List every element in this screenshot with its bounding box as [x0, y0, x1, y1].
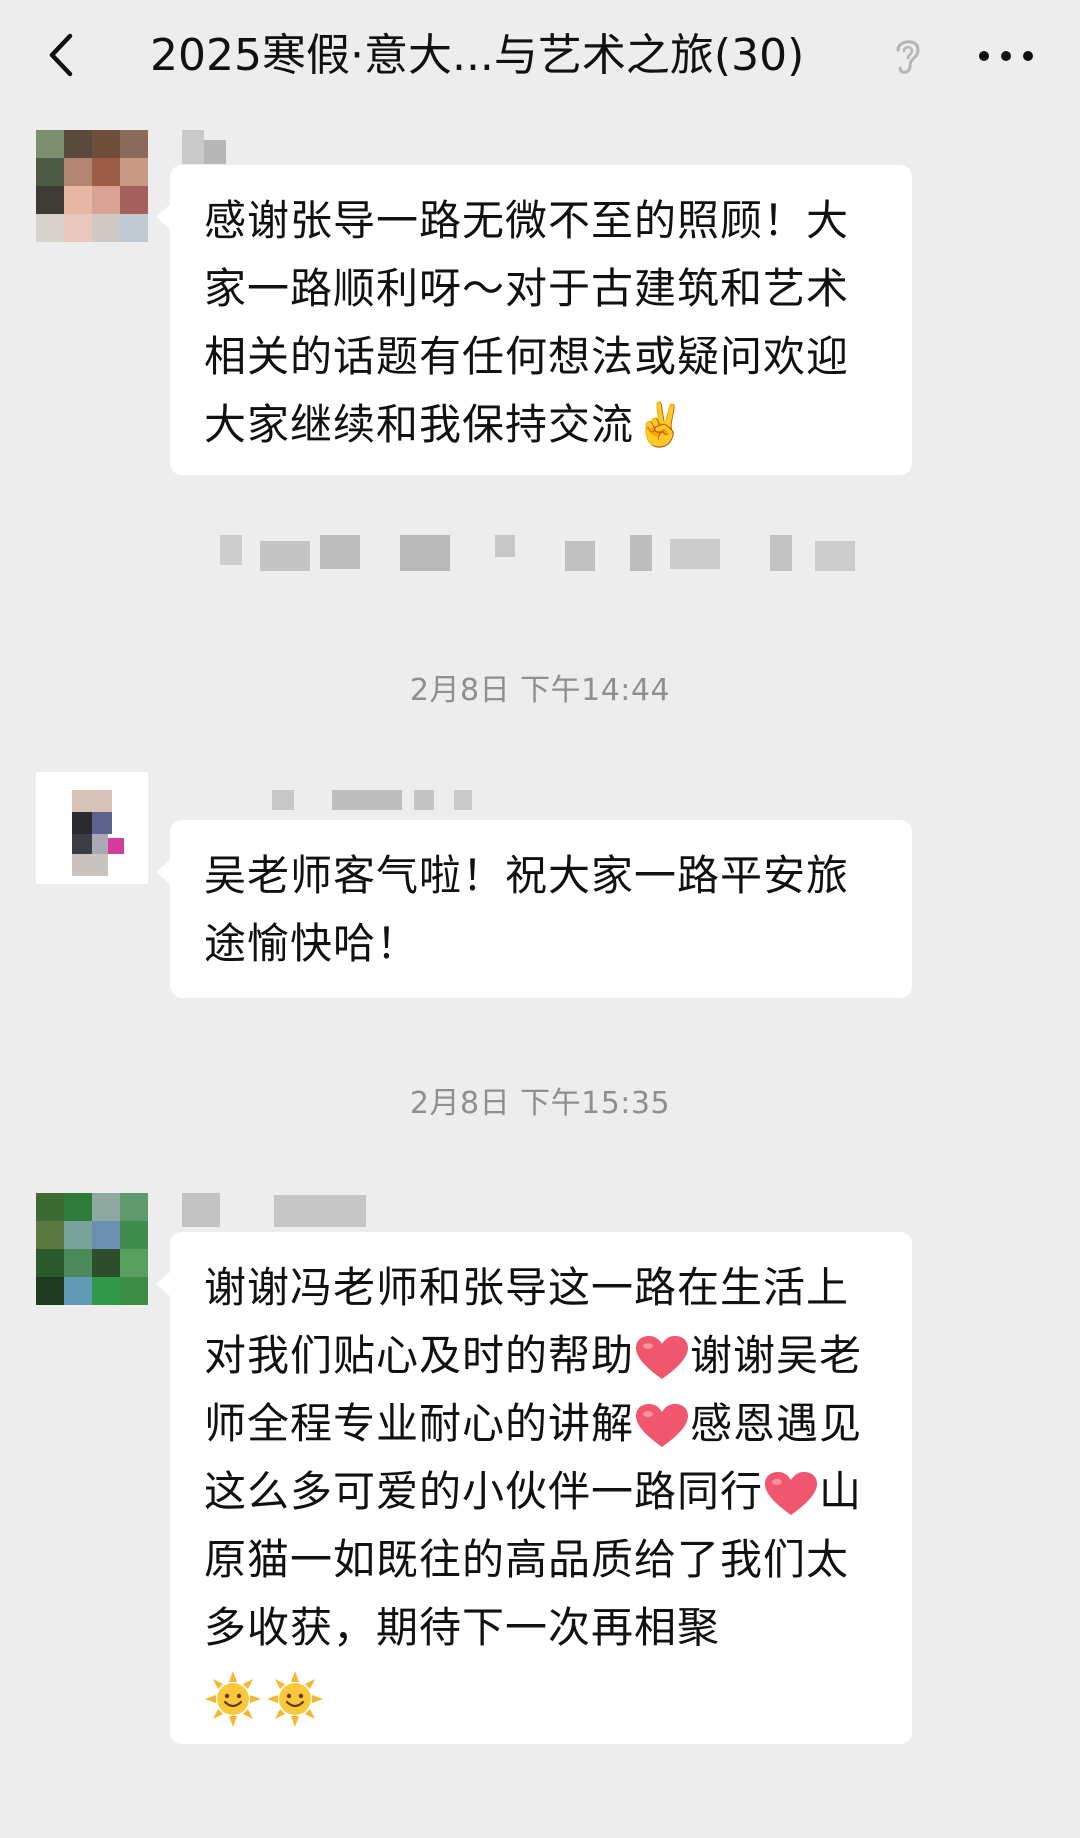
blurred-system-notice: [220, 535, 860, 575]
heart-emoji-icon: [636, 1335, 689, 1379]
message-bubble[interactable]: 谢谢冯老师和张导这一路在生活上对我们贴心及时的帮助 谢谢吴老师全程专业耐心的讲解感…: [156, 1232, 912, 1744]
heart-emoji-icon: [636, 1403, 689, 1447]
sender-avatar[interactable]: [36, 772, 148, 884]
sender-name-blurred: [182, 790, 482, 824]
message-bubble[interactable]: 吴老师客气啦！祝大家一路平安旅途愉快哈！: [156, 820, 912, 998]
sun-emoji-icon: [267, 1670, 323, 1727]
back-chevron-icon[interactable]: [38, 30, 88, 80]
message-bubble[interactable]: 感谢张导一路无微不至的照顾！大家一路顺利呀～对于古建筑和艺术相关的话题有任何想法…: [156, 165, 912, 475]
heart-emoji-icon: [765, 1471, 818, 1515]
message-timestamp: 2月8日 下午14:44: [409, 673, 671, 708]
more-options-icon[interactable]: [975, 34, 1037, 78]
sun-emoji-icon: [205, 1670, 261, 1727]
sender-avatar[interactable]: [36, 1193, 148, 1305]
message-text: 吴老师客气啦！祝大家一路平安旅途愉快哈！: [204, 851, 850, 968]
sender-name-blurred: [182, 1193, 372, 1227]
chat-header: 2025寒假·意大...与艺术之旅(30): [0, 0, 1080, 112]
chat-title: 2025寒假·意大...与艺术之旅(30): [150, 30, 805, 81]
sender-name-blurred: [182, 130, 242, 164]
ear-icon[interactable]: [888, 34, 928, 78]
message-timestamp: 2月8日 下午15:35: [409, 1086, 671, 1121]
sender-avatar[interactable]: [36, 130, 148, 242]
message-text: 感谢张导一路无微不至的照顾！大家一路顺利呀～对于古建筑和艺术相关的话题有任何想法…: [204, 196, 850, 449]
